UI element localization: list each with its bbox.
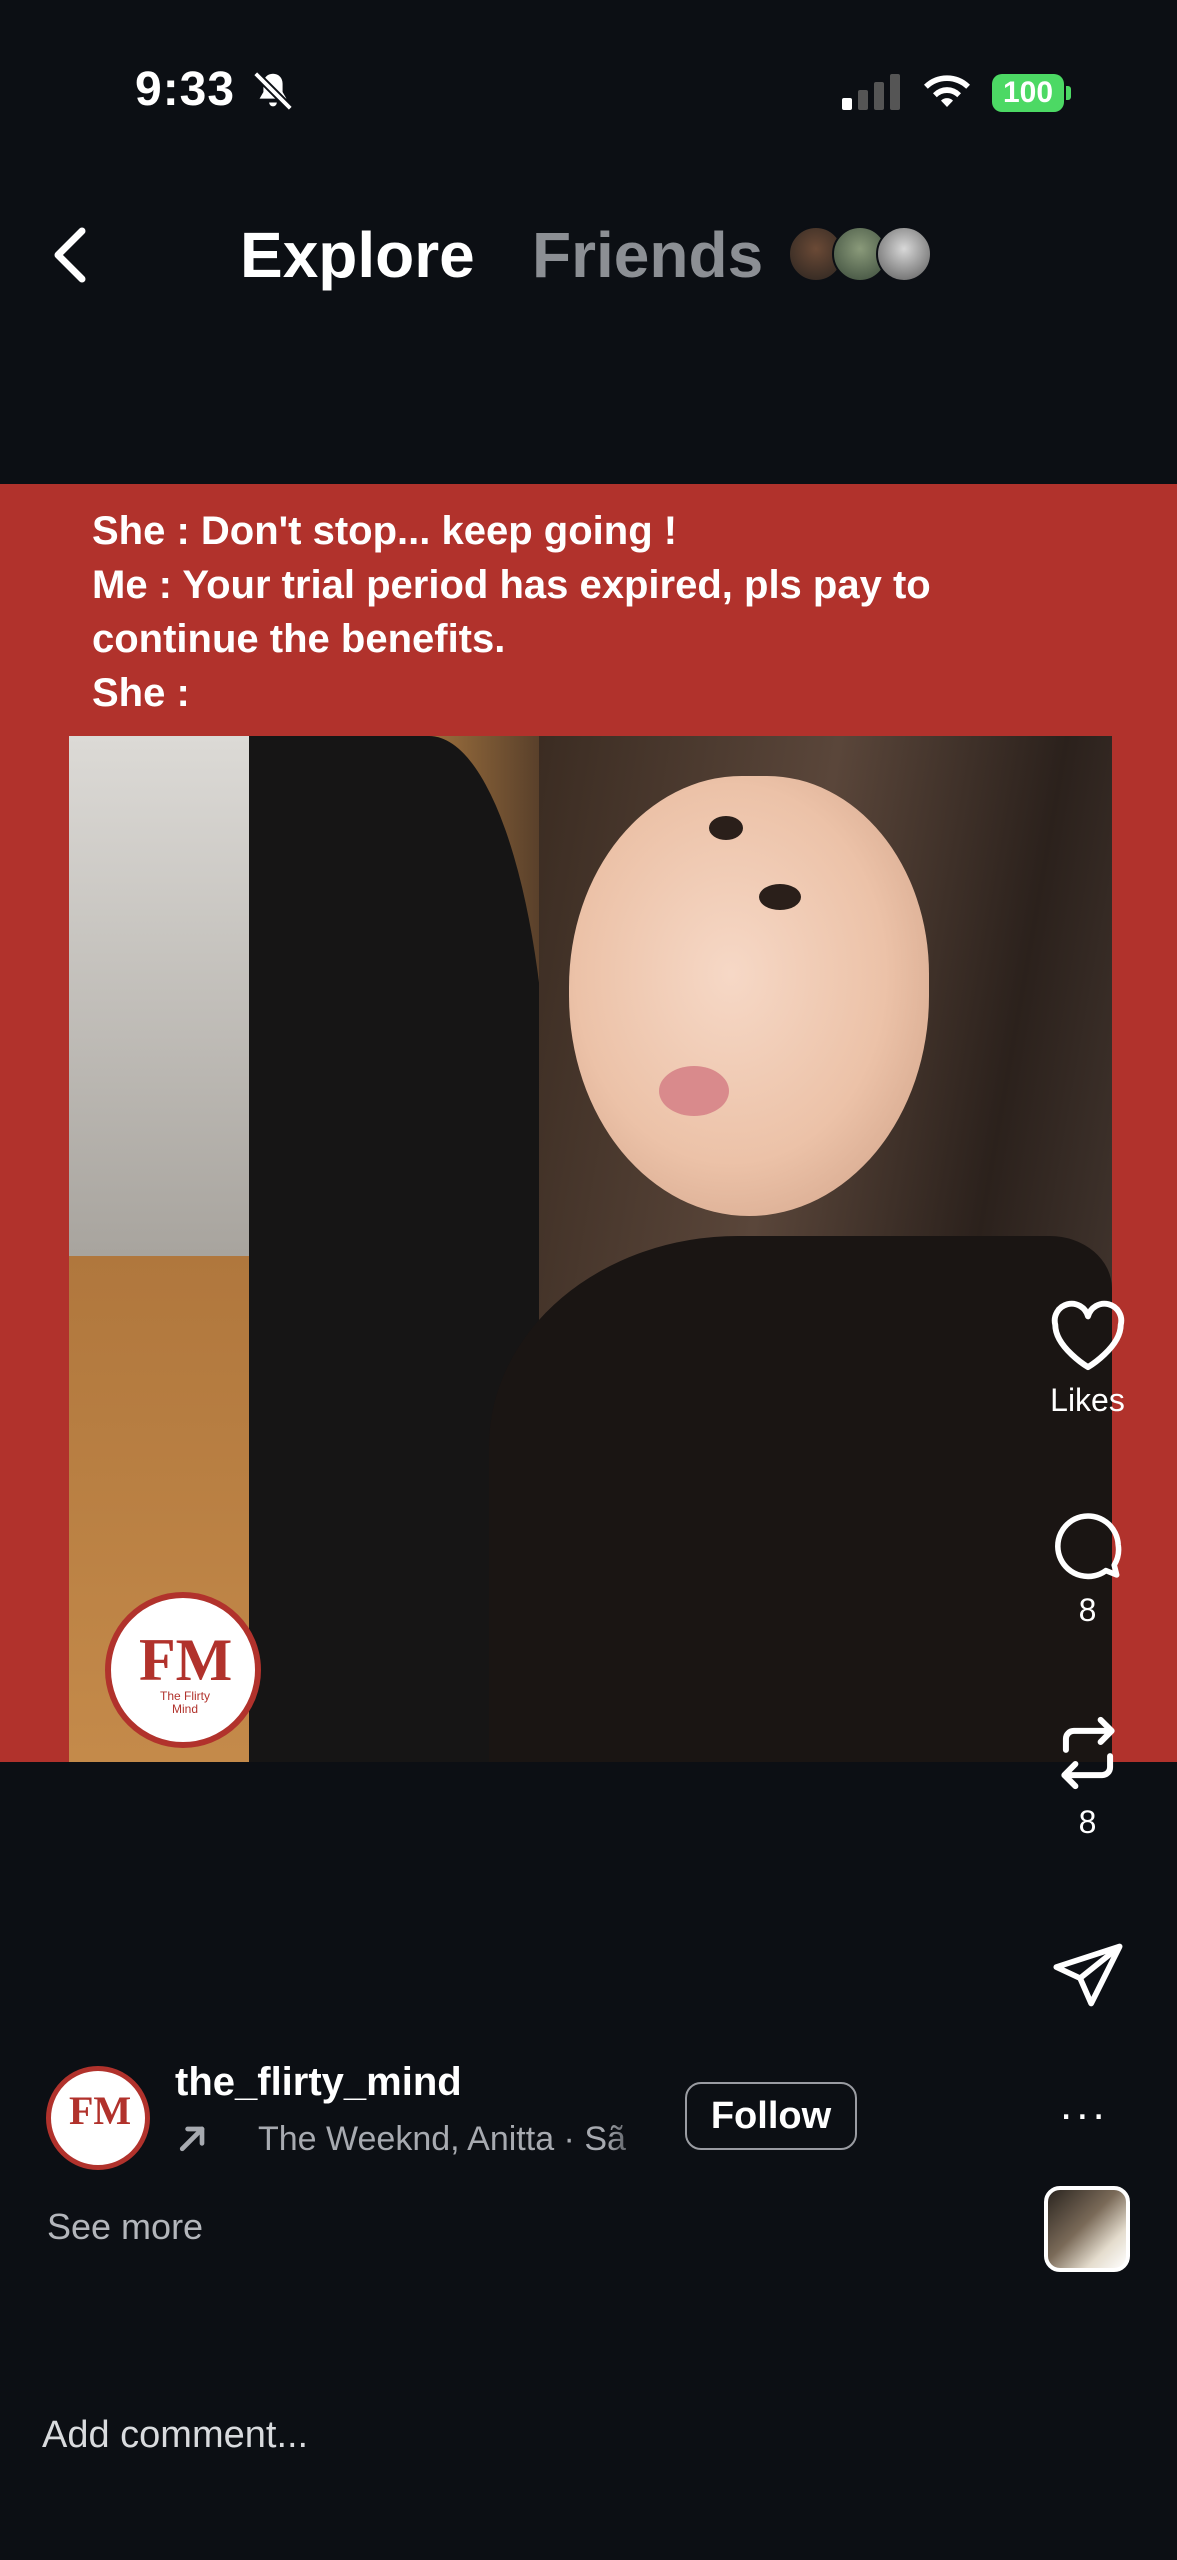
status-time: 9:33 xyxy=(135,63,236,116)
cellular-signal-icon xyxy=(842,74,900,110)
share-action[interactable] xyxy=(1030,1940,1145,2010)
repost-icon[interactable] xyxy=(1050,1712,1126,1794)
music-ticker[interactable]: The Weeknd, Anitta · Sã xyxy=(258,2120,653,2159)
see-more-link[interactable]: See more xyxy=(47,2206,203,2248)
caption-line: Me : Your trial period has expired, pls … xyxy=(92,563,931,607)
heart-icon[interactable] xyxy=(1048,1300,1128,1372)
photo-eye xyxy=(709,816,743,840)
brand-logo: FM The Flirty Mind xyxy=(105,1592,261,1748)
battery-indicator: 100 xyxy=(992,74,1064,112)
comment-bubble-icon[interactable] xyxy=(1051,1508,1125,1582)
muted-bell-icon xyxy=(253,71,293,111)
friends-avatars[interactable] xyxy=(788,226,948,282)
author-avatar[interactable]: FM xyxy=(46,2066,150,2170)
battery-tip xyxy=(1066,86,1071,100)
tab-friends[interactable]: Friends xyxy=(532,218,763,292)
author-username[interactable]: the_flirty_mind xyxy=(175,2060,462,2105)
tab-explore[interactable]: Explore xyxy=(240,218,475,292)
comment-action[interactable]: 8 xyxy=(1030,1508,1145,1629)
photo-eye xyxy=(759,884,801,910)
back-arrow-icon[interactable] xyxy=(50,225,90,285)
meme-caption: She : Don't stop... keep going ! Me : Yo… xyxy=(92,504,1072,720)
comments-count: 8 xyxy=(1078,1592,1097,1628)
photo-wall xyxy=(69,736,269,1256)
friend-avatar xyxy=(876,226,932,282)
logo-text: FM xyxy=(139,1627,233,1693)
photo-lips xyxy=(659,1066,729,1116)
avatar-text: FM xyxy=(69,2088,132,2133)
more-options-icon[interactable]: ... xyxy=(1060,2080,1109,2130)
wifi-icon xyxy=(924,75,970,107)
logo-subtext: The Flirty Mind xyxy=(159,1689,210,1716)
reposts-count: 8 xyxy=(1078,1804,1097,1840)
repost-action[interactable]: 8 xyxy=(1030,1712,1145,1841)
caption-line: continue the benefits. xyxy=(92,617,506,661)
caption-line: She : xyxy=(92,671,190,715)
caption-line: She : Don't stop... keep going ! xyxy=(92,509,678,553)
send-icon[interactable] xyxy=(1050,1940,1126,2010)
audio-thumbnail[interactable] xyxy=(1044,2186,1130,2272)
photo-body xyxy=(489,1236,1112,1762)
add-comment-input[interactable]: Add comment... xyxy=(42,2414,308,2457)
post-media[interactable]: She : Don't stop... keep going ! Me : Yo… xyxy=(0,484,1177,1762)
likes-label: Likes xyxy=(1050,1382,1125,1418)
meme-photo: FM The Flirty Mind xyxy=(69,736,1112,1762)
follow-button[interactable]: Follow xyxy=(685,2082,857,2150)
like-action[interactable]: Likes xyxy=(1030,1300,1145,1419)
photo-face xyxy=(569,776,929,1216)
arrow-up-right-icon xyxy=(179,2126,205,2152)
